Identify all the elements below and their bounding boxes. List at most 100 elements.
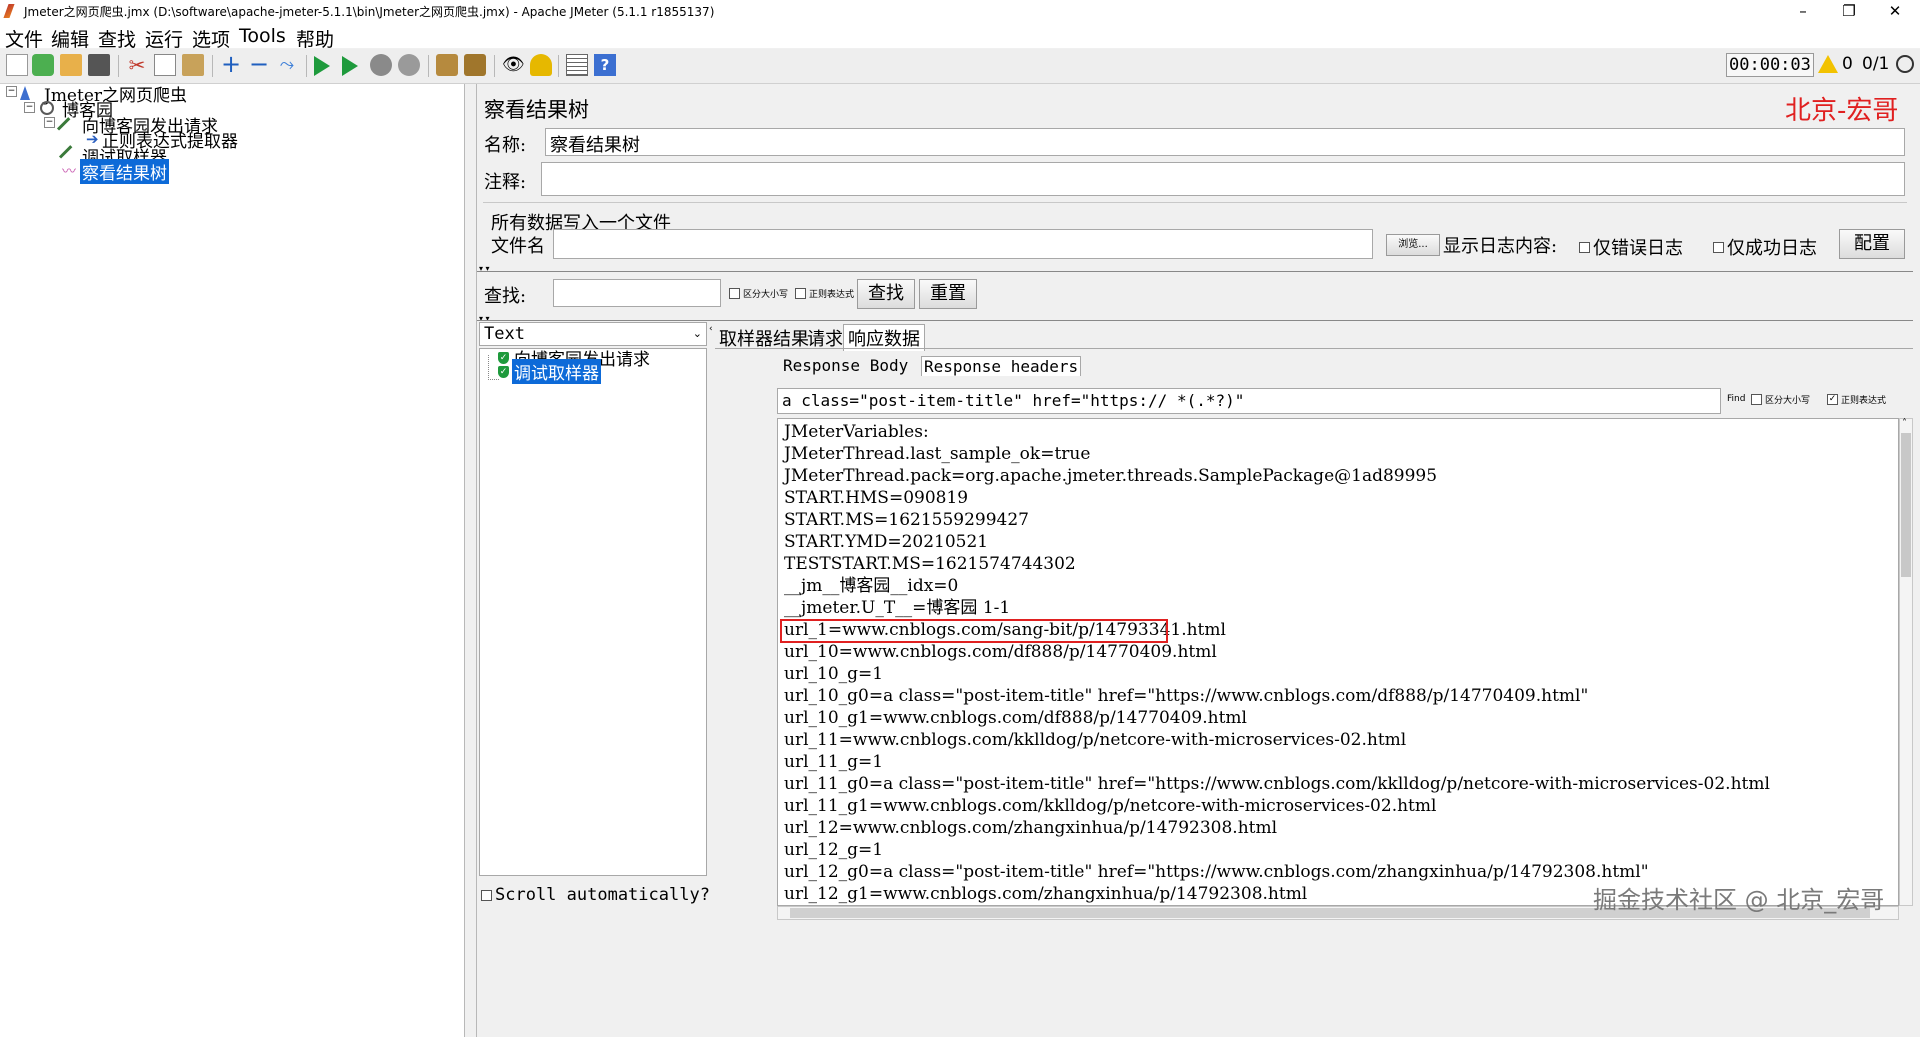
search-label: 查找: — [484, 286, 527, 307]
response-line: JMeterThread.last_sample_ok=true — [784, 444, 1091, 464]
search-icon[interactable]: 👁 — [502, 54, 525, 76]
case-sensitive-checkbox[interactable]: 区分大小写 — [729, 287, 788, 300]
comment-label: 注释: — [484, 172, 527, 193]
menu-options[interactable]: 选项 — [192, 25, 230, 52]
scroll-up-icon[interactable]: ˄ — [1902, 418, 1907, 429]
comment-field[interactable] — [541, 162, 1905, 196]
copy-icon[interactable] — [154, 54, 176, 76]
response-text-area[interactable]: JMeterVariables: JMeterThread.last_sample… — [777, 418, 1899, 906]
elapsed-timer: 00:00:03 — [1726, 53, 1814, 77]
view-results-tree-panel: 察看结果树 北京-宏哥 名称: 察看结果树 注释: 所有数据写入一个文件 文件名… — [476, 84, 1917, 1037]
scroll-thumb[interactable] — [1901, 433, 1911, 577]
clear-all-icon[interactable] — [464, 54, 486, 76]
subtab-response-body[interactable]: Response Body — [783, 356, 908, 375]
jmeter-feather-icon — [3, 4, 15, 18]
menu-search[interactable]: 查找 — [98, 25, 136, 52]
listener-chart-icon: 〰 — [62, 164, 76, 180]
find-case-checkbox[interactable]: 区分大小写 — [1751, 393, 1810, 406]
menu-edit[interactable]: 编辑 — [51, 25, 89, 52]
thread-group-icon — [40, 101, 54, 115]
minimize-button[interactable]: – — [1780, 0, 1826, 24]
response-line: JMeterVariables: — [784, 422, 929, 442]
response-line: url_12_g=1 — [784, 840, 884, 860]
new-icon[interactable] — [6, 54, 28, 76]
window-title: Jmeter之网页爬虫.jmx (D:\software\apache-jmet… — [24, 5, 715, 19]
scroll-automatically-checkbox[interactable]: Scroll automatically? — [481, 885, 710, 905]
toggle-icon[interactable]: ⤳ — [276, 54, 298, 76]
response-line: TESTSTART.MS=1621574744302 — [784, 554, 1076, 574]
reset-button[interactable]: 重置 — [919, 279, 977, 309]
title-bar: Jmeter之网页爬虫.jmx (D:\software\apache-jmet… — [0, 0, 1920, 24]
clear-icon[interactable] — [436, 54, 458, 76]
success-shield-icon: ✓ — [498, 366, 509, 378]
response-search-field[interactable]: a class="post-item-title" href="https://… — [777, 388, 1721, 414]
find-regex-checkbox[interactable]: ✓ 正则表达式 — [1827, 393, 1886, 406]
response-line: url_11_g1=www.cnblogs.com/kklldog/p/netc… — [784, 796, 1437, 816]
success-shield-icon: ✓ — [498, 352, 509, 364]
response-line: __jmeter.U_T__=博客园 1-1 — [784, 598, 1011, 618]
templates-icon[interactable] — [32, 54, 54, 76]
subtab-response-headers[interactable]: Response headers — [921, 356, 1082, 376]
response-line: url_10=www.cnblogs.com/df888/p/14770409.… — [784, 642, 1217, 662]
test-plan-tree: − Jmeter之网页爬虫 − 博客园 − 向博客园发出请求 ➔ 正则表达式提取… — [0, 84, 465, 1037]
response-line: url_10_g1=www.cnblogs.com/df888/p/147704… — [784, 708, 1247, 728]
response-line: url_11=www.cnblogs.com/kklldog/p/netcore… — [784, 730, 1407, 750]
result-tabs: 取样器结果 请求 响应数据 — [715, 322, 1913, 351]
expand-icon[interactable]: + — [220, 52, 242, 76]
filename-label: 文件名 — [491, 236, 545, 257]
response-line: __jm__博客园__idx=0 — [784, 576, 959, 596]
close-button[interactable]: ✕ — [1872, 0, 1918, 24]
vertical-scrollbar[interactable]: ˄ — [1899, 418, 1913, 906]
save-icon[interactable] — [88, 54, 110, 76]
warning-icon[interactable] — [1818, 55, 1838, 73]
name-field[interactable]: 察看结果树 — [545, 128, 1905, 156]
menu-bar: 文件 编辑 查找 运行 选项 Tools 帮助 — [0, 24, 1920, 51]
menu-run[interactable]: 运行 — [145, 25, 183, 52]
renderer-value: Text — [484, 324, 525, 344]
test-plan-icon — [20, 86, 30, 100]
open-icon[interactable] — [60, 54, 82, 76]
response-line: START.MS=1621559299427 — [784, 510, 1029, 530]
shutdown-icon[interactable] — [398, 54, 420, 76]
bottom-watermark: 掘金技术社区 @ 北京_宏哥 — [1593, 886, 1885, 914]
function-helper-icon[interactable] — [566, 54, 588, 76]
collapse-icon[interactable]: − — [248, 52, 270, 76]
response-line: url_11_g=1 — [784, 752, 884, 772]
find-label: Find — [1727, 394, 1746, 404]
filename-field[interactable] — [553, 229, 1373, 259]
errors-only-checkbox[interactable]: 仅错误日志 — [1579, 234, 1683, 260]
configure-button[interactable]: 配置 — [1839, 229, 1905, 259]
success-only-checkbox[interactable]: 仅成功日志 — [1713, 234, 1817, 260]
debug-sampler-pen-icon — [58, 145, 73, 159]
warning-count: 0 — [1842, 54, 1853, 74]
name-label: 名称: — [484, 135, 527, 156]
menu-file[interactable]: 文件 — [5, 25, 43, 52]
paste-icon[interactable] — [182, 54, 204, 76]
reset-search-icon[interactable] — [530, 54, 552, 76]
panel-title: 察看结果树 — [484, 98, 589, 122]
menu-tools[interactable]: Tools — [239, 25, 286, 47]
stop-icon[interactable] — [370, 54, 392, 76]
tab-response-data[interactable]: 响应数据 — [843, 324, 925, 351]
cut-icon[interactable]: ✂ — [126, 54, 148, 76]
response-line: url_12=www.cnblogs.com/zhangxinhua/p/147… — [784, 818, 1278, 838]
toolbar: ✂ + − ⤳ 👁 ? 00:00:03 0 0/1 — [0, 49, 1920, 84]
menu-help[interactable]: 帮助 — [296, 25, 334, 52]
start-no-pause-icon[interactable] — [342, 56, 358, 76]
result-item-debug-sampler[interactable]: 调试取样器 — [512, 359, 601, 384]
results-list: ✓ 向博客园发出请求 ✓ 调试取样器 — [479, 348, 707, 876]
start-icon[interactable] — [314, 56, 330, 76]
regex-checkbox[interactable]: 正则表达式 — [795, 287, 854, 300]
browse-button[interactable]: 浏览... — [1386, 234, 1440, 256]
search-field[interactable] — [553, 279, 721, 307]
restore-button[interactable]: ❐ — [1826, 0, 1872, 24]
highlight-box — [780, 619, 1168, 643]
find-button[interactable]: 查找 — [857, 279, 915, 309]
response-line: JMeterThread.pack=org.apache.jmeter.thre… — [784, 466, 1438, 486]
tree-item-view-results-tree[interactable]: 察看结果树 — [80, 159, 169, 184]
renderer-select[interactable]: Text ⌄ — [479, 322, 707, 346]
help-icon[interactable]: ? — [594, 54, 616, 76]
remote-status-icon — [1896, 55, 1914, 73]
response-line: url_10_g0=a class="post-item-title" href… — [784, 686, 1589, 706]
response-line: START.YMD=20210521 — [784, 532, 989, 552]
